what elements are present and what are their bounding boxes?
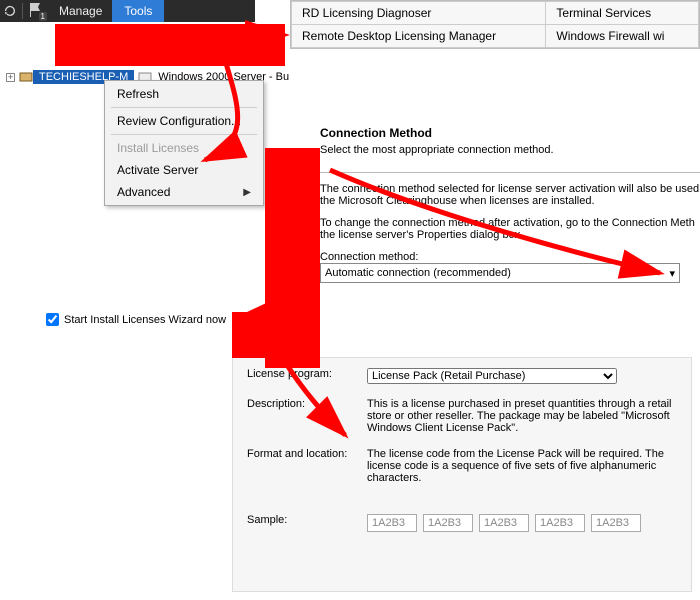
sample-input-3[interactable] [479, 514, 529, 532]
sample-label: Sample: [247, 514, 367, 532]
ctx-activate-server[interactable]: Activate Server [107, 159, 261, 181]
ctx-refresh[interactable]: Refresh [107, 83, 261, 105]
refresh-icon[interactable] [0, 1, 20, 21]
connection-method-label: Connection method: [320, 251, 700, 263]
license-program-select[interactable]: License Pack (Retail Purchase) [367, 368, 617, 384]
chevron-down-icon: ▾ [669, 267, 675, 280]
start-wizard-label: Start Install Licenses Wizard now [64, 314, 226, 326]
separator [22, 3, 23, 19]
server-icon [19, 71, 33, 83]
connection-method-text2: To change the connection method after ac… [320, 217, 700, 241]
start-wizard-checkbox[interactable] [46, 313, 59, 326]
sample-input-1[interactable] [367, 514, 417, 532]
description-label: Description: [247, 398, 367, 434]
notifications-badge: 1 [39, 12, 47, 21]
sample-input-2[interactable] [423, 514, 473, 532]
submenu-item-rd-licensing-manager[interactable]: Remote Desktop Licensing Manager [292, 25, 546, 48]
submenu-item-terminal-services[interactable]: Terminal Services [546, 2, 699, 25]
separator [111, 134, 257, 135]
separator [111, 107, 257, 108]
start-wizard-checkbox-row: Start Install Licenses Wizard now [46, 313, 226, 326]
notifications-flag-icon[interactable]: 1 [25, 0, 49, 22]
sample-inputs [367, 514, 677, 532]
submenu-item-rd-diagnoser[interactable]: RD Licensing Diagnoser [292, 2, 546, 25]
tools-submenu: RD Licensing Diagnoser Terminal Services… [290, 0, 700, 49]
format-label: Format and location: [247, 448, 367, 484]
tools-menu[interactable]: Tools [112, 0, 164, 22]
manage-menu[interactable]: Manage [49, 0, 112, 22]
ctx-review-configuration[interactable]: Review Configuration... [107, 110, 261, 132]
ctx-advanced[interactable]: Advanced▶ [107, 181, 261, 203]
connection-method-text1: The connection method selected for licen… [320, 183, 700, 207]
window-titlebar: 1 Manage Tools [0, 0, 255, 22]
sample-input-5[interactable] [591, 514, 641, 532]
connection-method-subtitle: Select the most appropriate connection m… [320, 144, 700, 156]
connection-method-panel: Connection Method Select the most approp… [320, 126, 700, 283]
submenu-item-windows-firewall[interactable]: Windows Firewall wi [546, 25, 699, 48]
connection-method-select[interactable]: Automatic connection (recommended) ▾ [320, 263, 680, 283]
license-program-panel: License program: License Pack (Retail Pu… [232, 357, 692, 592]
tree-expand-icon[interactable]: + [6, 73, 15, 82]
chevron-right-icon: ▶ [243, 187, 251, 198]
description-value: This is a license purchased in preset qu… [367, 398, 677, 434]
license-program-label: License program: [247, 368, 367, 384]
format-value: The license code from the License Pack w… [367, 448, 677, 484]
ctx-install-licenses: Install Licenses [107, 137, 261, 159]
connection-method-title: Connection Method [320, 126, 700, 140]
sample-input-4[interactable] [535, 514, 585, 532]
context-menu: Refresh Review Configuration... Install … [104, 80, 264, 206]
connection-method-value: Automatic connection (recommended) [325, 267, 511, 279]
